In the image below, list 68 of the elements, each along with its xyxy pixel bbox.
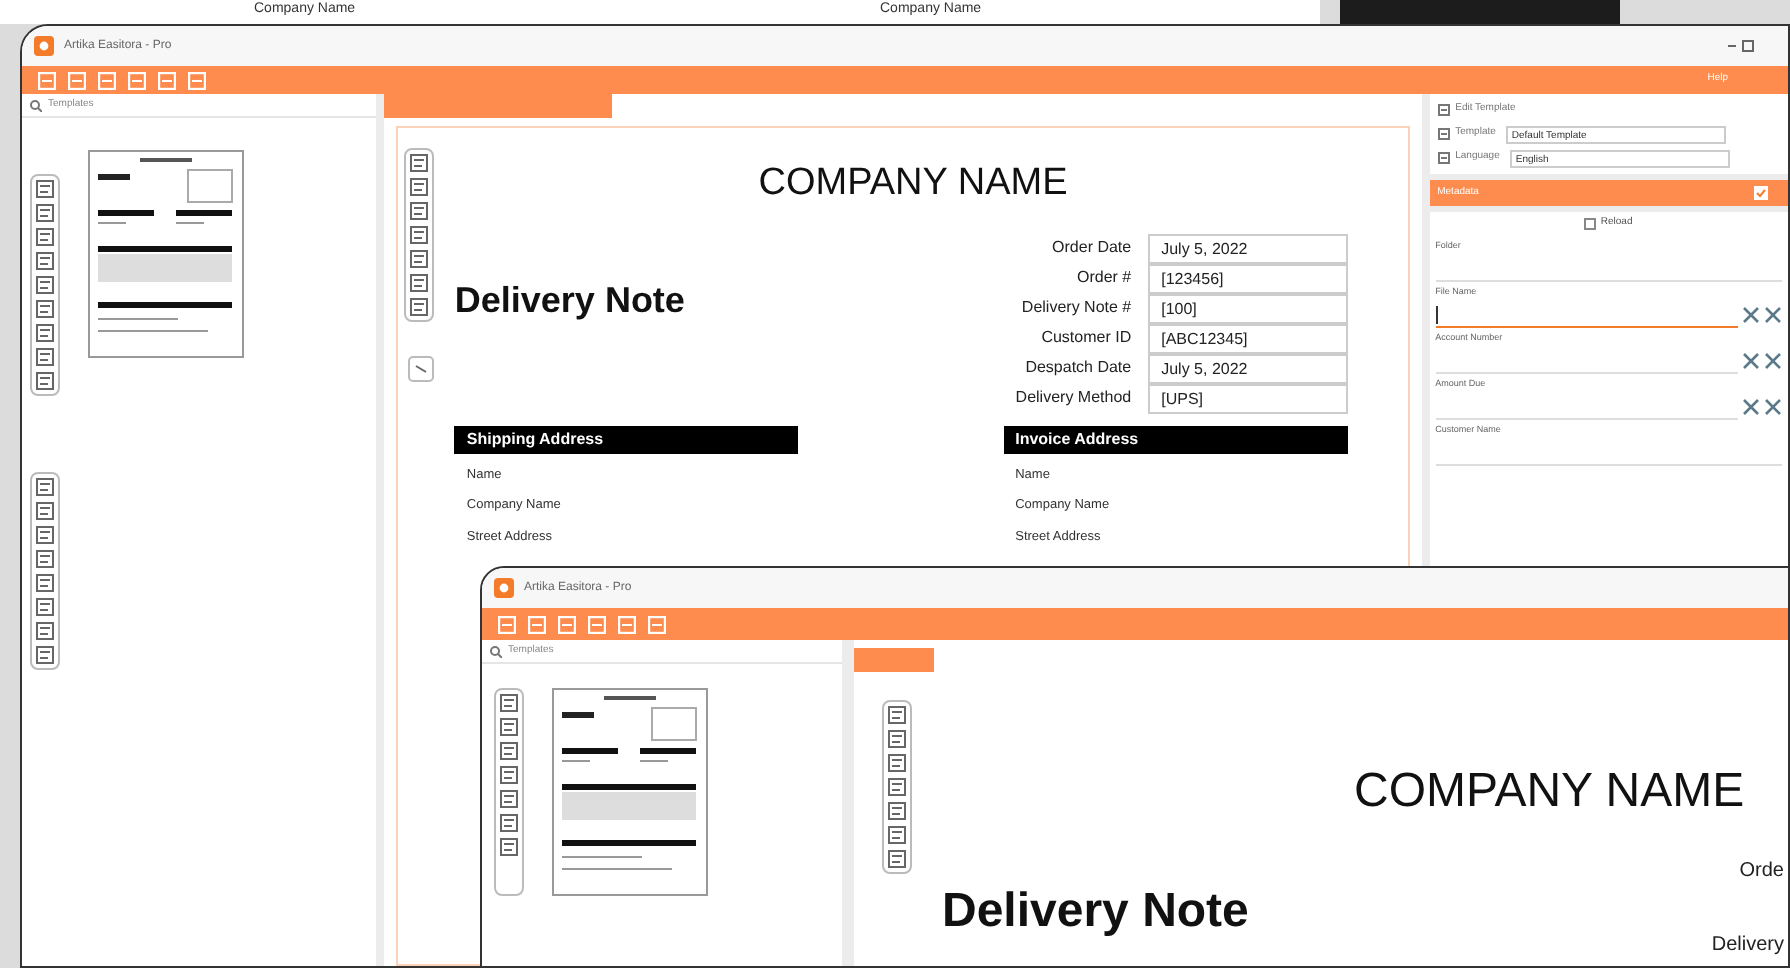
tool-square-icon[interactable] (888, 706, 906, 724)
tool-square-icon[interactable] (500, 790, 518, 808)
tool-square-icon[interactable] (888, 802, 906, 820)
tool-square-icon[interactable] (500, 838, 518, 856)
tool-square-icon[interactable] (410, 178, 429, 196)
tool-square-icon[interactable] (36, 204, 54, 222)
tool-square-icon[interactable] (36, 228, 54, 246)
tool-square-icon[interactable] (410, 274, 429, 292)
section-header: Shipping Address (454, 425, 799, 453)
list-icon (1437, 128, 1450, 140)
field-label: Delivery (1711, 932, 1784, 960)
tool-square-icon[interactable] (500, 718, 518, 736)
field-value: July 5, 2022 (1147, 353, 1348, 383)
field-label: Delivery Method (1013, 386, 1134, 410)
field-label: Despatch Date (1023, 356, 1134, 380)
input-field[interactable] (1435, 302, 1738, 328)
tool-square-icon[interactable] (36, 622, 54, 640)
tool-square-icon[interactable] (888, 778, 906, 796)
app-logo-icon (34, 36, 54, 56)
app-logo-icon (494, 578, 514, 598)
tool-square-icon[interactable] (36, 574, 54, 592)
tool-square-icon[interactable] (410, 250, 429, 268)
field-label: Order Date (1050, 236, 1134, 260)
checkbox[interactable] (1584, 218, 1597, 230)
tool-square-icon[interactable] (36, 502, 54, 520)
tool-square-icon[interactable] (36, 276, 54, 294)
search-icon (30, 99, 42, 111)
section-header: Invoice Address (1003, 425, 1348, 453)
company-name: COMPANY NAME (756, 160, 1070, 208)
tool-square-icon[interactable] (888, 826, 906, 844)
search-icon (490, 645, 502, 657)
tool-square-icon[interactable] (36, 526, 54, 544)
tool-square-icon[interactable] (500, 814, 518, 832)
tool-square-icon[interactable] (500, 694, 518, 712)
tool-square-icon[interactable] (410, 298, 429, 316)
tool-square-icon[interactable] (410, 226, 429, 244)
company-name: COMPANY NAME (1352, 762, 1747, 822)
tool-square-icon[interactable] (36, 646, 54, 664)
tool-square-icon[interactable] (36, 348, 54, 366)
field-label: Delivery Note # (1019, 296, 1134, 320)
document-title: Delivery Note (454, 277, 687, 324)
tool-square-icon[interactable] (410, 154, 429, 172)
tool-square-icon[interactable] (36, 180, 54, 198)
field-value: July 5, 2022 (1147, 233, 1348, 263)
document-title: Delivery Note (942, 882, 1251, 942)
tool-square-icon[interactable] (500, 766, 518, 784)
tool-square-icon[interactable] (36, 478, 54, 496)
list-icon (1437, 104, 1450, 116)
field-value: [ABC12345] (1147, 323, 1348, 353)
tool-square-icon[interactable] (36, 324, 54, 342)
field-value: [123456] (1147, 263, 1348, 293)
tool-square-icon[interactable] (888, 754, 906, 772)
field-label: Order # (1074, 266, 1134, 290)
tool-square-icon[interactable] (888, 850, 906, 868)
field-label: Orde (1739, 858, 1784, 886)
field-value: [100] (1147, 293, 1348, 323)
window-controls-icon[interactable] (1728, 40, 1756, 52)
tool-square-icon[interactable] (410, 202, 429, 220)
field-value: [UPS] (1147, 383, 1348, 413)
tool-square-icon[interactable] (888, 730, 906, 748)
field-label: Customer ID (1039, 326, 1134, 350)
list-icon (1437, 152, 1450, 164)
tool-square-icon[interactable] (36, 550, 54, 568)
tool-square-icon[interactable] (36, 372, 54, 390)
tool-square-icon[interactable] (36, 300, 54, 318)
tool-square-icon[interactable] (36, 252, 54, 270)
tool-square-icon[interactable] (500, 742, 518, 760)
tool-square-icon[interactable] (36, 598, 54, 616)
